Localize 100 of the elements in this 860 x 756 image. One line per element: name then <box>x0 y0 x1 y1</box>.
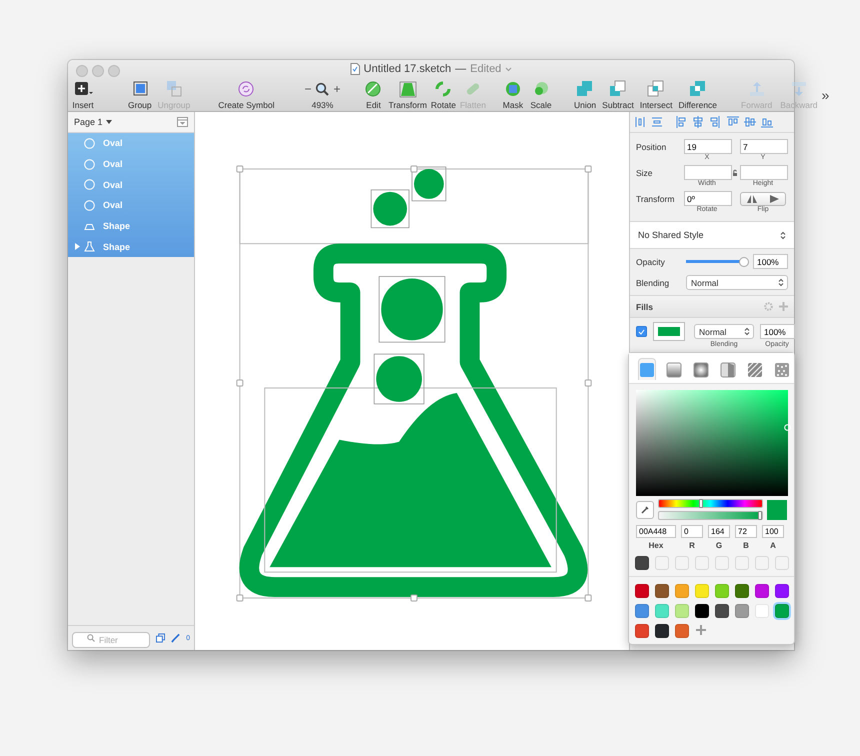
height-field[interactable] <box>740 165 788 180</box>
color-swatch[interactable] <box>654 584 668 598</box>
color-swatch[interactable] <box>774 604 788 618</box>
slider-thumb[interactable] <box>758 511 762 520</box>
color-value-field[interactable]: 72 <box>735 525 757 538</box>
color-swatch[interactable] <box>734 604 748 618</box>
empty-color-slot[interactable] <box>774 556 788 570</box>
opacity-field[interactable]: 100% <box>753 254 788 269</box>
resize-handle[interactable] <box>584 594 592 602</box>
zoom-in-button[interactable]: + <box>333 82 340 96</box>
color-swatch[interactable] <box>774 584 788 598</box>
copy-icon[interactable] <box>156 633 166 643</box>
color-value-field[interactable]: 0 <box>681 525 703 538</box>
toolbar-button[interactable]: Union <box>574 80 596 110</box>
zoom-out-button[interactable]: − <box>304 82 312 96</box>
rotate-field[interactable]: 0º <box>684 191 732 206</box>
resize-handle[interactable] <box>236 380 244 386</box>
color-swatch[interactable] <box>654 624 668 638</box>
toolbar-button[interactable]: Subtract <box>602 80 634 110</box>
color-swatch[interactable] <box>734 584 748 598</box>
align-icon[interactable] <box>709 115 722 129</box>
bubble[interactable] <box>376 356 422 402</box>
color-swatch[interactable] <box>654 604 668 618</box>
color-swatch[interactable] <box>754 584 768 598</box>
color-swatch[interactable] <box>714 584 728 598</box>
add-icon[interactable] <box>779 302 788 311</box>
more-button[interactable]: » <box>818 86 834 102</box>
fill-type-tab[interactable] <box>638 358 656 380</box>
close-button[interactable] <box>76 65 88 77</box>
toolbar-button[interactable]: Difference <box>678 80 718 110</box>
document-color-swatch[interactable] <box>634 556 648 570</box>
slider-thumb[interactable] <box>738 256 749 266</box>
toolbar-button[interactable]: Mask <box>502 80 524 110</box>
color-swatch[interactable] <box>634 584 648 598</box>
color-swatch[interactable] <box>674 604 688 618</box>
toolbar-button[interactable]: Group <box>128 80 152 110</box>
empty-color-slot[interactable] <box>734 556 748 570</box>
color-cursor-icon[interactable] <box>784 424 791 432</box>
search-icon[interactable] <box>315 82 330 96</box>
bubble[interactable] <box>414 168 444 199</box>
color-swatch[interactable] <box>694 584 708 598</box>
brush-icon[interactable] <box>171 633 180 643</box>
fill-swatch[interactable] <box>654 323 684 340</box>
resize-handle[interactable] <box>410 166 418 172</box>
toolbar-button[interactable]: Scale <box>530 80 552 110</box>
toolbar-button[interactable]: Create Symbol <box>218 80 274 110</box>
color-value-field[interactable]: 100 <box>762 525 784 538</box>
add-icon[interactable] <box>694 624 706 636</box>
toolbar-button[interactable]: Transform <box>388 80 427 110</box>
disclosure-triangle-icon[interactable] <box>74 243 80 250</box>
gear-icon[interactable] <box>764 302 773 311</box>
align-icon[interactable] <box>743 115 756 129</box>
bubble[interactable] <box>373 192 408 226</box>
color-swatch[interactable] <box>754 604 768 618</box>
color-swatch[interactable] <box>674 624 688 638</box>
blending-select[interactable]: Normal <box>686 275 788 290</box>
color-swatch[interactable] <box>634 604 648 618</box>
color-value-field[interactable]: 00A448 <box>636 525 676 538</box>
align-icon[interactable] <box>675 115 688 129</box>
slider-thumb[interactable] <box>699 499 704 508</box>
resize-handle[interactable] <box>410 594 418 602</box>
hue-slider[interactable] <box>658 499 763 508</box>
blending-select[interactable]: Normal <box>694 324 754 339</box>
resize-handle[interactable] <box>584 380 592 386</box>
align-icon[interactable] <box>651 115 664 129</box>
y-field[interactable]: 7 <box>740 139 788 154</box>
eyedropper-button[interactable] <box>636 500 654 519</box>
flask-outline[interactable] <box>239 244 588 597</box>
minimize-button[interactable] <box>92 65 104 77</box>
color-swatch[interactable] <box>634 624 648 638</box>
alpha-slider[interactable] <box>658 511 763 520</box>
resize-handle[interactable] <box>236 166 244 172</box>
color-value-field[interactable]: 164 <box>708 525 730 538</box>
toolbar-button[interactable]: Intersect <box>640 80 672 110</box>
opacity-field[interactable]: 100% <box>760 324 795 339</box>
filter-field[interactable]: Filter <box>72 632 150 648</box>
color-swatch[interactable] <box>694 604 708 618</box>
page-selector[interactable]: Page 1 <box>74 117 112 127</box>
resize-handle[interactable] <box>584 166 592 172</box>
toolbar-button[interactable]: Rotate <box>430 80 456 110</box>
lock-icon[interactable] <box>731 168 739 176</box>
panel-toggle-icon[interactable] <box>177 117 188 127</box>
empty-color-slot[interactable] <box>714 556 728 570</box>
fill-checkbox[interactable] <box>636 326 647 337</box>
empty-color-slot[interactable] <box>694 556 708 570</box>
flip-button[interactable] <box>740 192 786 206</box>
align-icon[interactable] <box>634 115 647 129</box>
zoom-button[interactable] <box>108 65 120 77</box>
bubble[interactable] <box>381 278 443 340</box>
resize-handle[interactable] <box>236 594 244 602</box>
x-field[interactable]: 19 <box>684 139 732 154</box>
empty-color-slot[interactable] <box>674 556 688 570</box>
color-swatch[interactable] <box>714 604 728 618</box>
width-field[interactable] <box>684 165 732 180</box>
empty-color-slot[interactable] <box>654 556 668 570</box>
toolbar-button[interactable]: Insert <box>72 80 94 110</box>
toolbar-button[interactable]: Edit <box>362 80 384 110</box>
shared-style-select[interactable]: No Shared Style <box>630 222 794 249</box>
color-swatch[interactable] <box>674 584 688 598</box>
align-icon[interactable] <box>692 115 705 129</box>
